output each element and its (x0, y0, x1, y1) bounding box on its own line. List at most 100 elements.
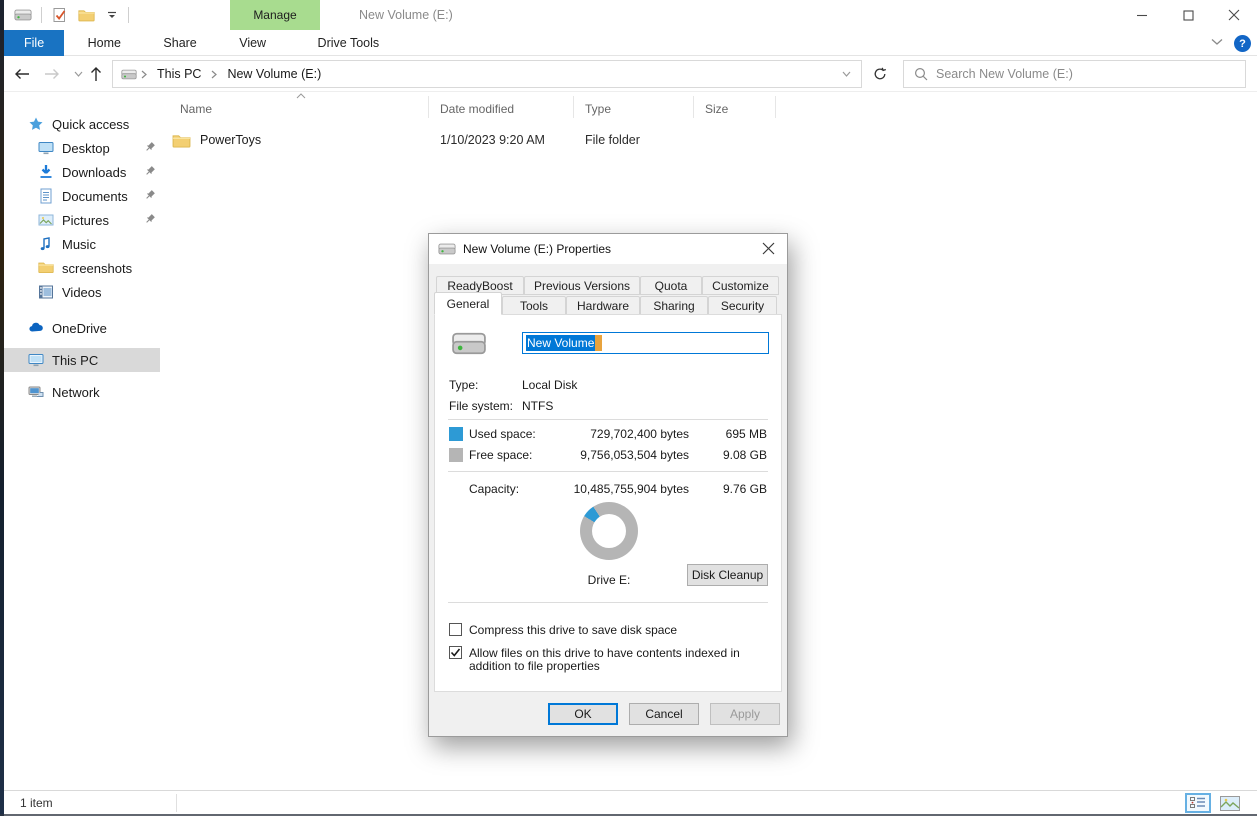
capacity-bytes: 10,485,755,904 bytes (574, 482, 689, 496)
tab-drive-tools[interactable]: Drive Tools (304, 30, 394, 56)
details-view-icon[interactable] (1185, 793, 1211, 813)
qat-separator (128, 7, 129, 23)
sidebar-item-documents[interactable]: Documents (4, 184, 160, 208)
sidebar-item-network[interactable]: Network (4, 380, 160, 404)
indexing-checkbox[interactable] (449, 646, 462, 659)
item-count: 1 item (20, 796, 53, 810)
tab-home[interactable]: Home (69, 30, 140, 56)
address-dropdown-icon[interactable] (842, 71, 851, 77)
compress-checkbox-label[interactable]: Compress this drive to save disk space (469, 624, 769, 637)
address-bar[interactable]: This PC New Volume (E:) (112, 60, 862, 88)
free-space-bytes: 9,756,053,504 bytes (580, 448, 689, 462)
breadcrumb-separator-icon[interactable] (211, 70, 217, 79)
network-icon (28, 384, 44, 400)
tab-tools[interactable]: Tools (502, 296, 566, 315)
tab-view[interactable]: View (220, 30, 285, 56)
capacity-label: Capacity: (469, 482, 519, 496)
file-type: File folder (585, 133, 705, 147)
drive-icon (14, 9, 32, 21)
pin-icon (143, 141, 156, 154)
forward-icon (38, 60, 66, 88)
filesystem-label: File system: (449, 399, 513, 413)
ok-button[interactable]: OK (548, 703, 618, 725)
computer-icon (28, 352, 44, 368)
file-name: PowerToys (200, 133, 440, 147)
column-separator[interactable] (428, 96, 429, 118)
sidebar-item-screenshots[interactable]: screenshots (4, 256, 160, 280)
column-separator[interactable] (573, 96, 574, 118)
capacity-donut (580, 502, 638, 560)
column-separator[interactable] (693, 96, 694, 118)
document-icon (38, 188, 54, 204)
search-box[interactable]: Search New Volume (E:) (903, 60, 1246, 88)
dialog-close-icon[interactable] (762, 242, 775, 255)
properties-check-icon[interactable] (52, 7, 67, 23)
column-header-date-modified[interactable]: Date modified (440, 102, 514, 116)
sidebar-item-videos[interactable]: Videos (4, 280, 160, 304)
sidebar-item-desktop[interactable]: Desktop (4, 136, 160, 160)
refresh-icon[interactable] (866, 60, 894, 88)
drive-icon (438, 243, 456, 255)
column-header-name[interactable]: Name (180, 102, 212, 116)
pin-icon (143, 165, 156, 178)
sidebar-item-this-pc[interactable]: This PC (4, 348, 160, 372)
tab-general[interactable]: General (434, 292, 502, 315)
collapse-ribbon-icon[interactable] (1211, 38, 1223, 46)
sidebar: Quick access Desktop Downloads Documents… (4, 92, 160, 790)
customize-toolbar-icon[interactable] (106, 9, 118, 21)
star-icon (28, 116, 44, 132)
cancel-button[interactable]: Cancel (629, 703, 699, 725)
search-input[interactable]: Search New Volume (E:) (936, 67, 1073, 81)
column-separator[interactable] (775, 96, 776, 118)
close-button[interactable] (1211, 0, 1257, 30)
dialog-tab-row-front: General Tools Hardware Sharing Security (434, 293, 777, 315)
minimize-button[interactable] (1119, 0, 1165, 30)
back-icon[interactable] (8, 60, 36, 88)
sidebar-item-label: Documents (62, 189, 128, 204)
drive-icon-large (451, 332, 487, 355)
qat-separator (41, 7, 42, 23)
free-space-legend (449, 448, 463, 462)
tab-file[interactable]: File (4, 30, 64, 56)
breadcrumb-this-pc[interactable]: This PC (151, 67, 207, 81)
used-space-legend (449, 427, 463, 441)
sidebar-item-onedrive[interactable]: OneDrive (4, 316, 160, 340)
music-icon (38, 236, 54, 252)
thumbnail-view-icon[interactable] (1217, 793, 1243, 813)
tab-share[interactable]: Share (144, 30, 215, 56)
column-header-type[interactable]: Type (585, 102, 611, 116)
breadcrumb-current[interactable]: New Volume (E:) (221, 67, 327, 81)
breadcrumb-separator-icon[interactable] (141, 70, 147, 79)
sidebar-item-label: Videos (62, 285, 102, 300)
tab-sharing[interactable]: Sharing (640, 296, 708, 315)
selected-text: New Volume (526, 335, 595, 351)
volume-name-input[interactable]: New Volume (522, 332, 769, 354)
navigation-bar: This PC New Volume (E:) Search New Volum… (4, 56, 1257, 92)
cloud-icon (28, 320, 44, 336)
new-folder-icon[interactable] (78, 8, 95, 22)
download-icon (38, 164, 54, 180)
indexing-checkbox-label[interactable]: Allow files on this drive to have conten… (469, 647, 771, 673)
disk-cleanup-button[interactable]: Disk Cleanup (687, 564, 768, 586)
sort-ascending-icon (296, 93, 306, 99)
maximize-button[interactable] (1165, 0, 1211, 30)
sidebar-item-label: Pictures (62, 213, 109, 228)
properties-dialog: New Volume (E:) Properties ReadyBoost Pr… (428, 233, 788, 737)
up-icon[interactable] (82, 60, 110, 88)
sidebar-item-label: Desktop (62, 141, 110, 156)
sidebar-item-pictures[interactable]: Pictures (4, 208, 160, 232)
compress-checkbox[interactable] (449, 623, 462, 636)
tab-hardware[interactable]: Hardware (566, 296, 640, 315)
file-row-powertoys[interactable]: PowerToys 1/10/2023 9:20 AM File folder (172, 128, 932, 152)
sidebar-item-music[interactable]: Music (4, 232, 160, 256)
type-value: Local Disk (522, 378, 577, 392)
filesystem-value: NTFS (522, 399, 553, 413)
file-date: 1/10/2023 9:20 AM (440, 133, 585, 147)
column-header-size[interactable]: Size (705, 102, 728, 116)
sidebar-item-quick-access[interactable]: Quick access (4, 112, 160, 136)
pin-icon (143, 189, 156, 202)
drive-letter-label: Drive E: (569, 573, 649, 587)
tab-security[interactable]: Security (708, 296, 777, 315)
sidebar-item-downloads[interactable]: Downloads (4, 160, 160, 184)
help-icon[interactable]: ? (1234, 35, 1251, 52)
